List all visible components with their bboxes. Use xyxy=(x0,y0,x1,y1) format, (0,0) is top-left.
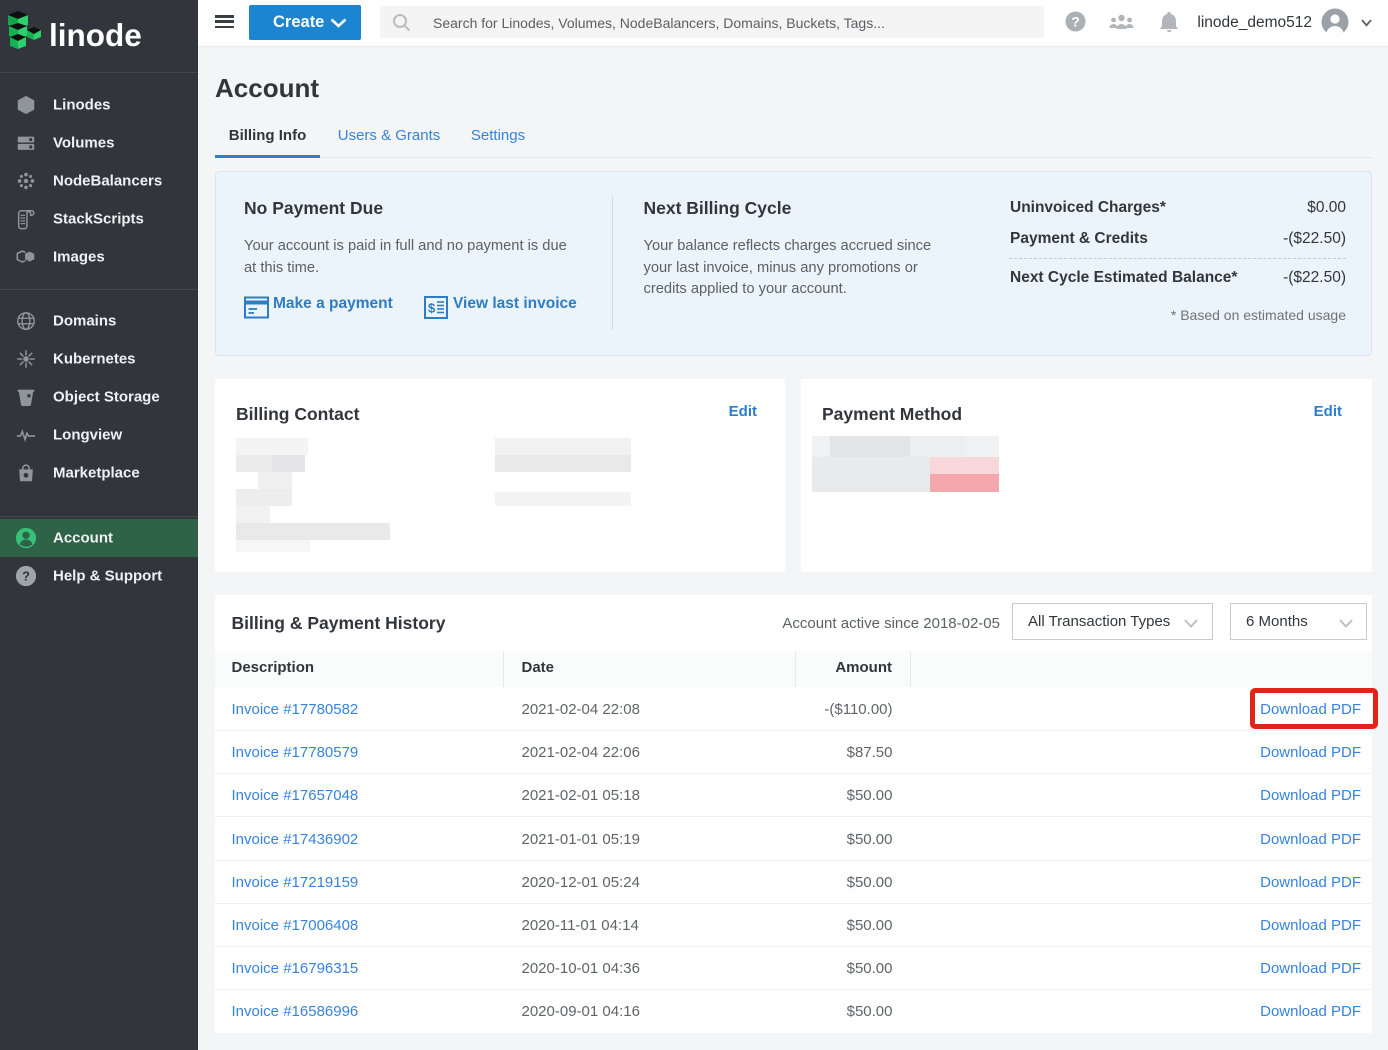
svg-text:?: ? xyxy=(22,569,30,584)
svg-text:$: $ xyxy=(428,301,436,316)
svg-text:linode: linode xyxy=(49,17,142,53)
svg-text:?: ? xyxy=(1071,14,1080,30)
